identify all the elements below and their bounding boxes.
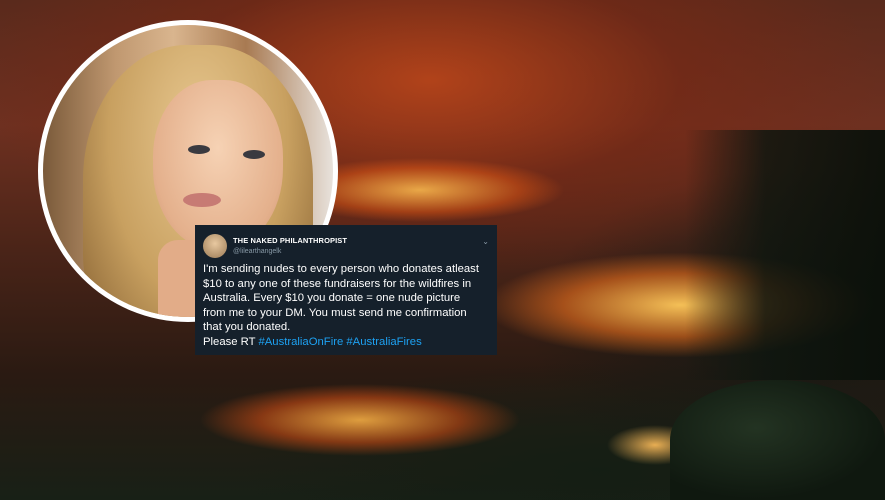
tweet-author: THE NAKED PHILANTHROPIST @lilearthangelk bbox=[233, 235, 347, 257]
tweet-last-line: Please RT #AustraliaOnFire #AustraliaFir… bbox=[203, 335, 489, 350]
tweet-cta: Please RT bbox=[203, 335, 256, 348]
burning-forest bbox=[685, 130, 885, 380]
tweet-line: I'm sending nudes to every person who do… bbox=[203, 263, 479, 275]
lips bbox=[183, 193, 221, 207]
tweet-text: I'm sending nudes to every person who do… bbox=[203, 262, 489, 350]
wildfire-background: THE NAKED PHILANTHROPIST @lilearthangelk… bbox=[0, 0, 885, 500]
left-eye bbox=[188, 145, 210, 154]
tweet-header: THE NAKED PHILANTHROPIST @lilearthangelk… bbox=[203, 232, 489, 260]
tweet-line: $10 to any one of these fundraisers for … bbox=[203, 277, 472, 290]
tweet-line: that you donated. bbox=[203, 321, 291, 334]
tweet-avatar[interactable] bbox=[203, 234, 227, 258]
tweet-line: from me to your DM. You must send me con… bbox=[203, 306, 467, 319]
tweet-card[interactable]: THE NAKED PHILANTHROPIST @lilearthangelk… bbox=[195, 225, 497, 355]
hashtag-link[interactable]: #AustraliaFires bbox=[346, 336, 421, 348]
hashtag-link[interactable]: #AustraliaOnFire bbox=[258, 336, 343, 348]
handle[interactable]: @lilearthangelk bbox=[233, 246, 347, 257]
tweet-line: Australia. Every $10 you donate = one nu… bbox=[203, 292, 461, 305]
chevron-down-icon[interactable]: ⌄ bbox=[482, 237, 489, 246]
display-name[interactable]: THE NAKED PHILANTHROPIST bbox=[233, 235, 347, 246]
foreground-bush bbox=[670, 380, 885, 500]
right-eye bbox=[243, 150, 265, 159]
